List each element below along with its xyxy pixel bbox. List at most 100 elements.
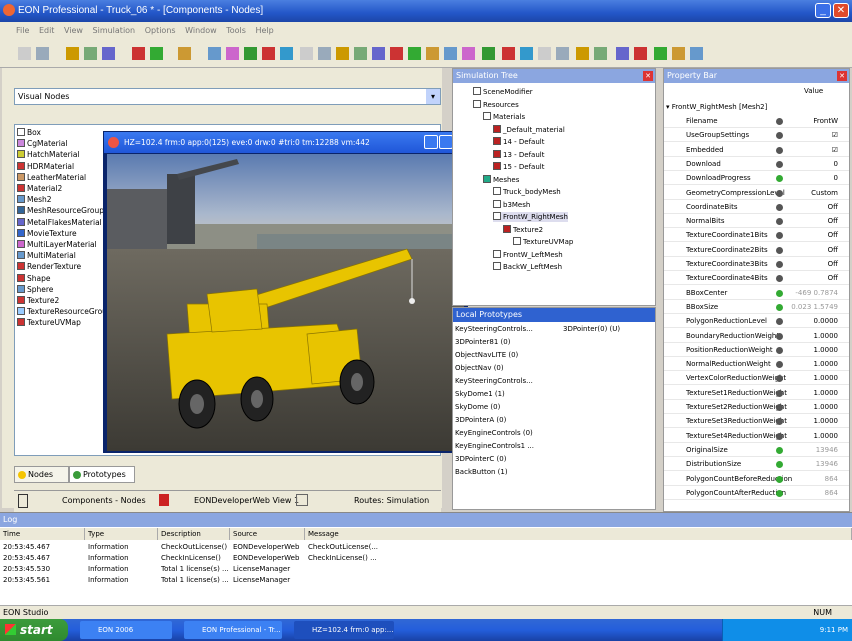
- prototype-item[interactable]: 3DPointer(0) (U): [563, 324, 620, 334]
- property-row[interactable]: NormalBits Off: [664, 215, 849, 229]
- node-list-item[interactable]: MetalFlakesMaterial: [17, 217, 102, 228]
- toolbar-button-icon[interactable]: [84, 47, 97, 60]
- tree-item[interactable]: SceneModifier: [473, 87, 533, 97]
- node-list-item[interactable]: MultiMaterial: [17, 250, 76, 261]
- toolbar-button-icon[interactable]: [576, 47, 589, 60]
- property-row[interactable]: TextureCoordinate2Bits Off: [664, 244, 849, 257]
- toolbar-button-icon[interactable]: [18, 47, 31, 60]
- node-list-item[interactable]: Box: [17, 127, 41, 138]
- property-value[interactable]: 1.0000: [814, 415, 839, 428]
- tab-prototypes[interactable]: Prototypes: [69, 466, 135, 483]
- property-row[interactable]: TextureSet1ReductionWeight 1.0000: [664, 387, 849, 400]
- tab-routes-simulation[interactable]: Routes: Simulation: [354, 494, 429, 508]
- toolbar-button-icon[interactable]: [336, 47, 349, 60]
- tree-item[interactable]: 13 - Default: [493, 149, 544, 160]
- tree-item[interactable]: BackW_LeftMesh: [493, 262, 562, 272]
- toolbar-button-icon[interactable]: [462, 47, 475, 60]
- property-value[interactable]: FrontW: [813, 115, 838, 128]
- property-row[interactable]: CoordinateBits Off: [664, 201, 849, 214]
- property-value[interactable]: 1.0000: [814, 344, 839, 357]
- property-value[interactable]: 13946: [816, 458, 838, 471]
- node-list-item[interactable]: Material2: [17, 183, 62, 194]
- toolbar-button-icon[interactable]: [150, 47, 163, 60]
- menu-view[interactable]: View: [64, 26, 83, 35]
- menu-window[interactable]: Window: [185, 26, 217, 35]
- close-button[interactable]: ✕: [833, 3, 849, 18]
- property-row[interactable]: TextureSet2ReductionWeight 1.0000: [664, 401, 849, 414]
- toolbar-button-icon[interactable]: [66, 47, 79, 60]
- node-list-item[interactable]: HatchMaterial: [17, 149, 80, 160]
- tree-item[interactable]: _Default_material: [493, 124, 565, 135]
- tree-item[interactable]: TextureUVMap: [513, 237, 573, 247]
- node-list-item[interactable]: TextureUVMap: [17, 317, 81, 328]
- tree-item[interactable]: Resources: [473, 99, 519, 110]
- property-row[interactable]: GeometryCompressionLevel Custom: [664, 187, 849, 200]
- toolbar-button-icon[interactable]: [616, 47, 629, 60]
- property-value[interactable]: 864: [825, 487, 838, 500]
- tab-nodes[interactable]: Nodes: [14, 466, 69, 483]
- node-list-item[interactable]: RenderTexture: [17, 261, 81, 272]
- menu-help[interactable]: Help: [255, 26, 273, 35]
- toolbar-button-icon[interactable]: [594, 47, 607, 60]
- property-row[interactable]: TextureSet3ReductionWeight 1.0000: [664, 415, 849, 429]
- simtree-close-icon[interactable]: ✕: [643, 71, 653, 81]
- prototype-item[interactable]: 3DPointerC (0): [455, 454, 506, 464]
- node-list-item[interactable]: TextureResourceGroup: [17, 306, 112, 317]
- property-value[interactable]: Off: [828, 258, 838, 271]
- tree-item[interactable]: Meshes: [483, 174, 519, 185]
- toolbar-button-icon[interactable]: [444, 47, 457, 60]
- node-list-item[interactable]: Shape: [17, 273, 51, 284]
- toolbar-button-icon[interactable]: [372, 47, 385, 60]
- toolbar-button-icon[interactable]: [654, 47, 667, 60]
- property-value[interactable]: 0: [834, 158, 838, 171]
- property-value[interactable]: ☑: [832, 144, 838, 157]
- property-row[interactable]: TextureSet4ReductionWeight 1.0000: [664, 430, 849, 443]
- prototype-item[interactable]: KeySteeringControls...: [455, 376, 533, 386]
- tree-item[interactable]: Materials: [483, 112, 525, 122]
- node-list-item[interactable]: MultiLayerMaterial: [17, 239, 97, 250]
- property-row[interactable]: OriginalSize 13946: [664, 444, 849, 457]
- toolbar-button-icon[interactable]: [102, 47, 115, 60]
- property-row[interactable]: BBoxCenter -469 0.7874: [664, 287, 849, 300]
- tab-web-view[interactable]: EONDeveloperWeb View 1: [194, 494, 299, 508]
- toolbar-button-icon[interactable]: [354, 47, 367, 60]
- toolbar-button-icon[interactable]: [502, 47, 515, 60]
- task-viewer[interactable]: HZ=102.4 frm:0 app:...: [294, 621, 394, 639]
- tree-item[interactable]: FrontW_LeftMesh: [493, 249, 563, 260]
- prototype-item[interactable]: ObjectNav (0): [455, 363, 504, 373]
- prototype-item[interactable]: KeySteeringControls...: [455, 324, 533, 334]
- node-list-item[interactable]: Sphere: [17, 284, 53, 295]
- property-value[interactable]: ☑: [832, 129, 838, 142]
- property-row[interactable]: PolygonCountBeforeReduction 864: [664, 473, 849, 486]
- menu-file[interactable]: File: [16, 26, 29, 35]
- property-value[interactable]: 13946: [816, 444, 838, 457]
- toolbar-button-icon[interactable]: [672, 47, 685, 60]
- log-column-header[interactable]: Time: [0, 528, 85, 540]
- property-value[interactable]: 0.0000: [814, 315, 839, 328]
- property-row[interactable]: Filename FrontW: [664, 115, 849, 128]
- toolbar-button-icon[interactable]: [178, 47, 191, 60]
- tree-item[interactable]: Texture2: [503, 224, 543, 235]
- toolbar-button-icon[interactable]: [226, 47, 239, 60]
- toolbar-button-icon[interactable]: [36, 47, 49, 60]
- toolbar-button-icon[interactable]: [634, 47, 647, 60]
- property-value[interactable]: Off: [828, 215, 838, 228]
- property-value[interactable]: Off: [828, 272, 838, 285]
- property-value[interactable]: Custom: [811, 187, 838, 200]
- property-value[interactable]: -469 0.7874: [795, 287, 838, 300]
- tree-item[interactable]: 14 - Default: [493, 137, 544, 147]
- toolbar-button-icon[interactable]: [482, 47, 495, 60]
- prototype-item[interactable]: ObjectNavLITE (0): [455, 350, 518, 360]
- toolbar-button-icon[interactable]: [408, 47, 421, 60]
- property-value[interactable]: 1.0000: [814, 372, 839, 385]
- prototype-item[interactable]: BackButton (1): [455, 467, 508, 477]
- menu-tools[interactable]: Tools: [226, 26, 246, 35]
- node-list-item[interactable]: MeshResourceGroup: [17, 205, 104, 216]
- prototype-item[interactable]: KeyEngineControls1 ...: [455, 441, 534, 451]
- prototype-item[interactable]: SkyDome1 (1): [455, 389, 505, 399]
- property-row[interactable]: DistributionSize 13946: [664, 458, 849, 472]
- toolbar-button-icon[interactable]: [426, 47, 439, 60]
- 3d-scene-viewport[interactable]: [107, 154, 464, 451]
- property-value[interactable]: 0: [834, 172, 838, 185]
- simulation-viewer-window[interactable]: HZ=102.4 frm:0 app:0(125) eve:0 drw:0 #t…: [103, 131, 468, 453]
